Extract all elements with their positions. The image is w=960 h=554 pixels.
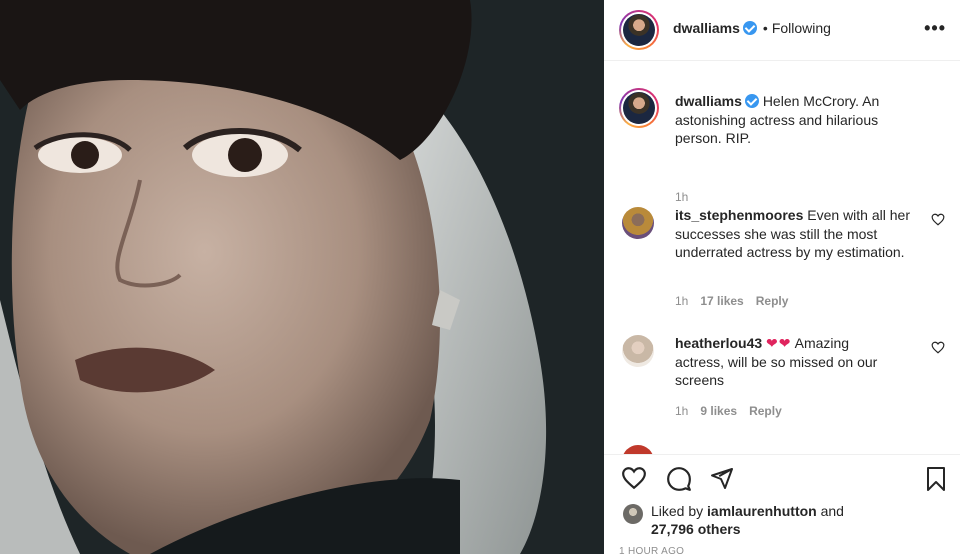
- reply-button[interactable]: Reply: [749, 404, 782, 418]
- comment-like-heart-icon[interactable]: [931, 213, 945, 226]
- comment-likes[interactable]: 17 likes: [700, 294, 743, 308]
- post-modal: dwalliams • Following ••• dwalliams Helen …: [0, 0, 960, 554]
- caption-text-block: dwalliams Helen McCrory. An astonishing …: [675, 92, 905, 148]
- verified-badge-icon: [742, 21, 757, 35]
- comment-time[interactable]: 1h: [675, 404, 688, 418]
- action-bar: [619, 466, 949, 494]
- save-bookmark-icon[interactable]: [925, 466, 947, 492]
- post-timestamp[interactable]: 1 HOUR AGO: [619, 546, 684, 554]
- likes-conjunction: and: [820, 503, 844, 519]
- divider: [604, 454, 960, 455]
- comment-like-heart-icon[interactable]: [931, 341, 945, 354]
- verified-badge-icon: [744, 94, 759, 108]
- post-header: dwalliams • Following •••: [604, 0, 960, 61]
- liked-by-prefix: Liked by: [651, 503, 704, 519]
- comment-username-link[interactable]: its_stephenmoores: [675, 207, 803, 223]
- separator-dot: •: [762, 20, 768, 36]
- post-photo[interactable]: [0, 0, 604, 554]
- comment-meta: 1h 17 likes Reply: [675, 294, 800, 308]
- like-heart-icon[interactable]: [621, 466, 647, 490]
- comment-text-block: heatherlou43 ❤❤ Amazing actress, will be…: [675, 334, 897, 390]
- caption-meta: 1h: [675, 190, 700, 204]
- comment-username-link[interactable]: heatherlou43: [675, 335, 762, 351]
- comment-time[interactable]: 1h: [675, 294, 688, 308]
- post-side-panel: dwalliams • Following ••• dwalliams Helen …: [604, 0, 960, 554]
- liker-username-link[interactable]: iamlaurenhutton: [707, 503, 817, 519]
- comment-avatar[interactable]: [622, 207, 654, 239]
- comment-bubble-icon[interactable]: [666, 466, 692, 492]
- reply-button[interactable]: Reply: [756, 294, 789, 308]
- author-username-link[interactable]: dwalliams: [673, 20, 740, 36]
- liker-avatar[interactable]: [623, 504, 643, 524]
- likes-others-link[interactable]: 27,796 others: [651, 521, 741, 537]
- caption-avatar[interactable]: [619, 88, 659, 128]
- caption-time[interactable]: 1h: [675, 190, 688, 204]
- comment-avatar[interactable]: [622, 335, 654, 367]
- author-avatar[interactable]: [619, 10, 659, 50]
- comment-avatar[interactable]: [622, 445, 654, 454]
- comments-list[interactable]: dwalliams Helen McCrory. An astonishing …: [604, 62, 960, 454]
- likes-text: Liked by iamlaurenhutton and 27,796 othe…: [651, 502, 844, 538]
- share-send-icon[interactable]: [710, 466, 734, 490]
- more-options-icon[interactable]: •••: [924, 18, 946, 39]
- portrait-image: [0, 0, 604, 554]
- comment-likes[interactable]: 9 likes: [700, 404, 737, 418]
- heart-emoji: ❤❤: [766, 335, 792, 351]
- comment-meta: 1h 9 likes Reply: [675, 404, 794, 418]
- header-user: dwalliams • Following: [673, 20, 831, 36]
- following-button[interactable]: Following: [772, 20, 831, 36]
- caption-username-link[interactable]: dwalliams: [675, 93, 742, 109]
- comment-text-block: its_stephenmoores Even with all her succ…: [675, 206, 915, 262]
